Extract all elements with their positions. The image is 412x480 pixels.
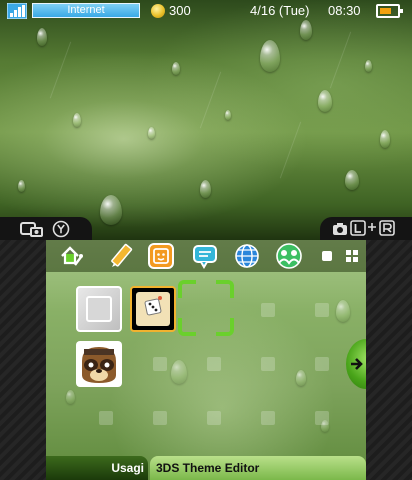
- selected-title: 3DS Theme Editor: [150, 456, 366, 480]
- empty-slot[interactable]: [207, 357, 221, 371]
- connection-status: Internet: [32, 3, 140, 18]
- top-screen: Internet 300 4/16 (Tue) 08:30: [0, 0, 412, 240]
- raindrop: [300, 20, 312, 40]
- cursor-corner: [178, 280, 196, 298]
- raindrop: [296, 370, 306, 386]
- empty-slot[interactable]: [99, 411, 113, 425]
- blank-app-icon[interactable]: [76, 286, 122, 332]
- empty-slot[interactable]: [315, 357, 329, 371]
- raindrop: [172, 62, 180, 75]
- cursor-corner: [216, 318, 234, 336]
- raindrop: [100, 195, 122, 225]
- cursor-corner: [178, 318, 196, 336]
- pencil-icon: [111, 243, 133, 267]
- play-coin-icon: [151, 4, 165, 18]
- rain-streak: [199, 71, 222, 129]
- internet-browser-icon: [235, 244, 259, 268]
- raindrop: [260, 40, 280, 72]
- y-button-icon: [52, 220, 70, 238]
- rain-streak: [329, 31, 352, 89]
- clock: 08:30: [328, 3, 361, 18]
- camera-tab[interactable]: [320, 217, 412, 240]
- dice-icon: [144, 296, 162, 316]
- empty-slot[interactable]: [261, 357, 275, 371]
- dice-app-icon[interactable]: [130, 286, 176, 332]
- raindrop: [365, 60, 372, 72]
- info-bar: Usagi 3DS Theme Editor: [46, 454, 366, 480]
- small-view-icon[interactable]: [322, 251, 332, 261]
- play-coin-count: 300: [169, 3, 191, 18]
- plus-icon: [368, 223, 376, 231]
- selection-cursor: [178, 280, 234, 336]
- notifications-button[interactable]: [192, 243, 218, 269]
- user-name: Usagi: [46, 456, 148, 480]
- rain-streak: [279, 121, 302, 179]
- tanuki-face-icon: [76, 341, 122, 387]
- app-placeholder-glyph: [86, 296, 112, 322]
- raindrop: [73, 113, 81, 127]
- mii-button[interactable]: [148, 243, 174, 269]
- raindrop: [345, 170, 359, 190]
- game-notes-button[interactable]: [108, 243, 134, 269]
- empty-slot[interactable]: [315, 303, 329, 317]
- rain-streak: [49, 41, 72, 99]
- scroll-right-button[interactable]: [346, 339, 366, 389]
- l-button-icon: [350, 220, 366, 236]
- camera-icon: [333, 223, 347, 235]
- notifications-icon: [193, 245, 217, 269]
- raindrop: [318, 90, 332, 112]
- grid-view-icon[interactable]: [346, 250, 358, 262]
- frame-texture-right: [366, 240, 412, 480]
- screenshot-icon: [20, 222, 43, 237]
- dice-app-art: [136, 292, 170, 326]
- raindrop: [225, 110, 231, 120]
- empty-slot[interactable]: [153, 357, 167, 371]
- home-settings-icon: [61, 246, 83, 266]
- empty-slot[interactable]: [207, 411, 221, 425]
- battery-icon: [376, 4, 403, 18]
- signal-strength-icon: [7, 3, 27, 19]
- frame-texture-left: [0, 240, 46, 480]
- raindrop: [380, 130, 390, 148]
- friends-list-icon: [276, 243, 302, 269]
- raindrop: [200, 180, 211, 198]
- mii-face-icon: [153, 248, 169, 264]
- raindrop: [171, 360, 187, 384]
- empty-slot[interactable]: [261, 411, 275, 425]
- raindrop: [18, 180, 25, 192]
- raindrop: [37, 28, 47, 46]
- empty-slot[interactable]: [153, 411, 167, 425]
- home-menu-toolbar: [46, 240, 366, 272]
- date: 4/16 (Tue): [250, 3, 310, 18]
- home-menu: Usagi 3DS Theme Editor: [46, 240, 366, 480]
- screenshot-tab[interactable]: [0, 217, 92, 240]
- battery-level: [380, 8, 391, 14]
- tanuki-app-icon[interactable]: [76, 341, 122, 387]
- raindrop: [148, 127, 155, 139]
- cursor-corner: [216, 280, 234, 298]
- home-settings-button[interactable]: [58, 243, 84, 269]
- r-button-icon: [379, 220, 395, 236]
- empty-slot[interactable]: [315, 411, 329, 425]
- arrow-right-icon: [351, 358, 363, 370]
- empty-slot[interactable]: [261, 303, 275, 317]
- status-bar: Internet 300 4/16 (Tue) 08:30: [0, 0, 412, 22]
- raindrop: [66, 390, 75, 404]
- raindrop: [336, 300, 350, 322]
- friends-list-button[interactable]: [274, 243, 302, 269]
- internet-browser-button[interactable]: [234, 243, 260, 269]
